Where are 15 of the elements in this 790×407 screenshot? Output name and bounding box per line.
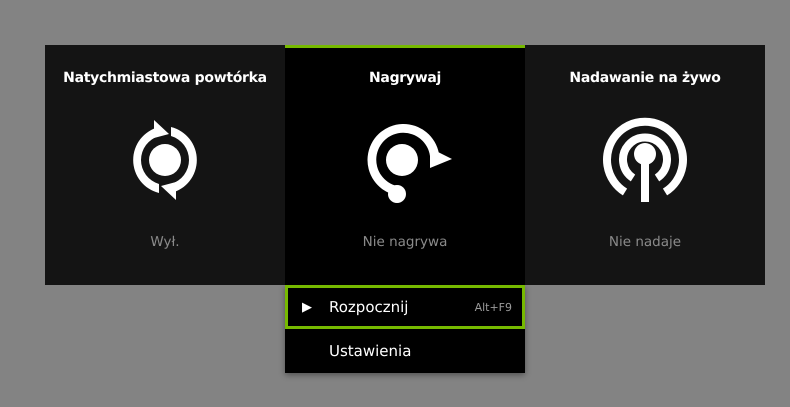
tile-title: Natychmiastowa powtórka (63, 70, 267, 86)
feature-tile[interactable]: Nadawanie na żywo Nie nadaje (525, 45, 765, 285)
shortcut-text: Alt+F9 (474, 300, 512, 314)
tile-title: Nagrywaj (369, 70, 441, 86)
play-icon: ▶ (302, 300, 329, 314)
menu-item-label: Rozpocznij (329, 298, 410, 316)
feature-tile[interactable]: Nagrywaj Nie nagrywa (285, 45, 525, 285)
tile-status: Nie nagrywa (362, 234, 448, 250)
tile-status: Nie nadaje (608, 234, 682, 250)
menu-item[interactable]: ▶ Rozpocznij Alt+F9 (285, 285, 525, 329)
feature-tile[interactable]: Natychmiastowa powtórka Wył. (45, 45, 285, 285)
menu-item[interactable]: Ustawienia (285, 329, 525, 373)
tile-title: Nadawanie na żywo (569, 70, 721, 86)
menu-item-label: Ustawienia (329, 342, 412, 360)
tile-status: Wył. (150, 234, 180, 250)
